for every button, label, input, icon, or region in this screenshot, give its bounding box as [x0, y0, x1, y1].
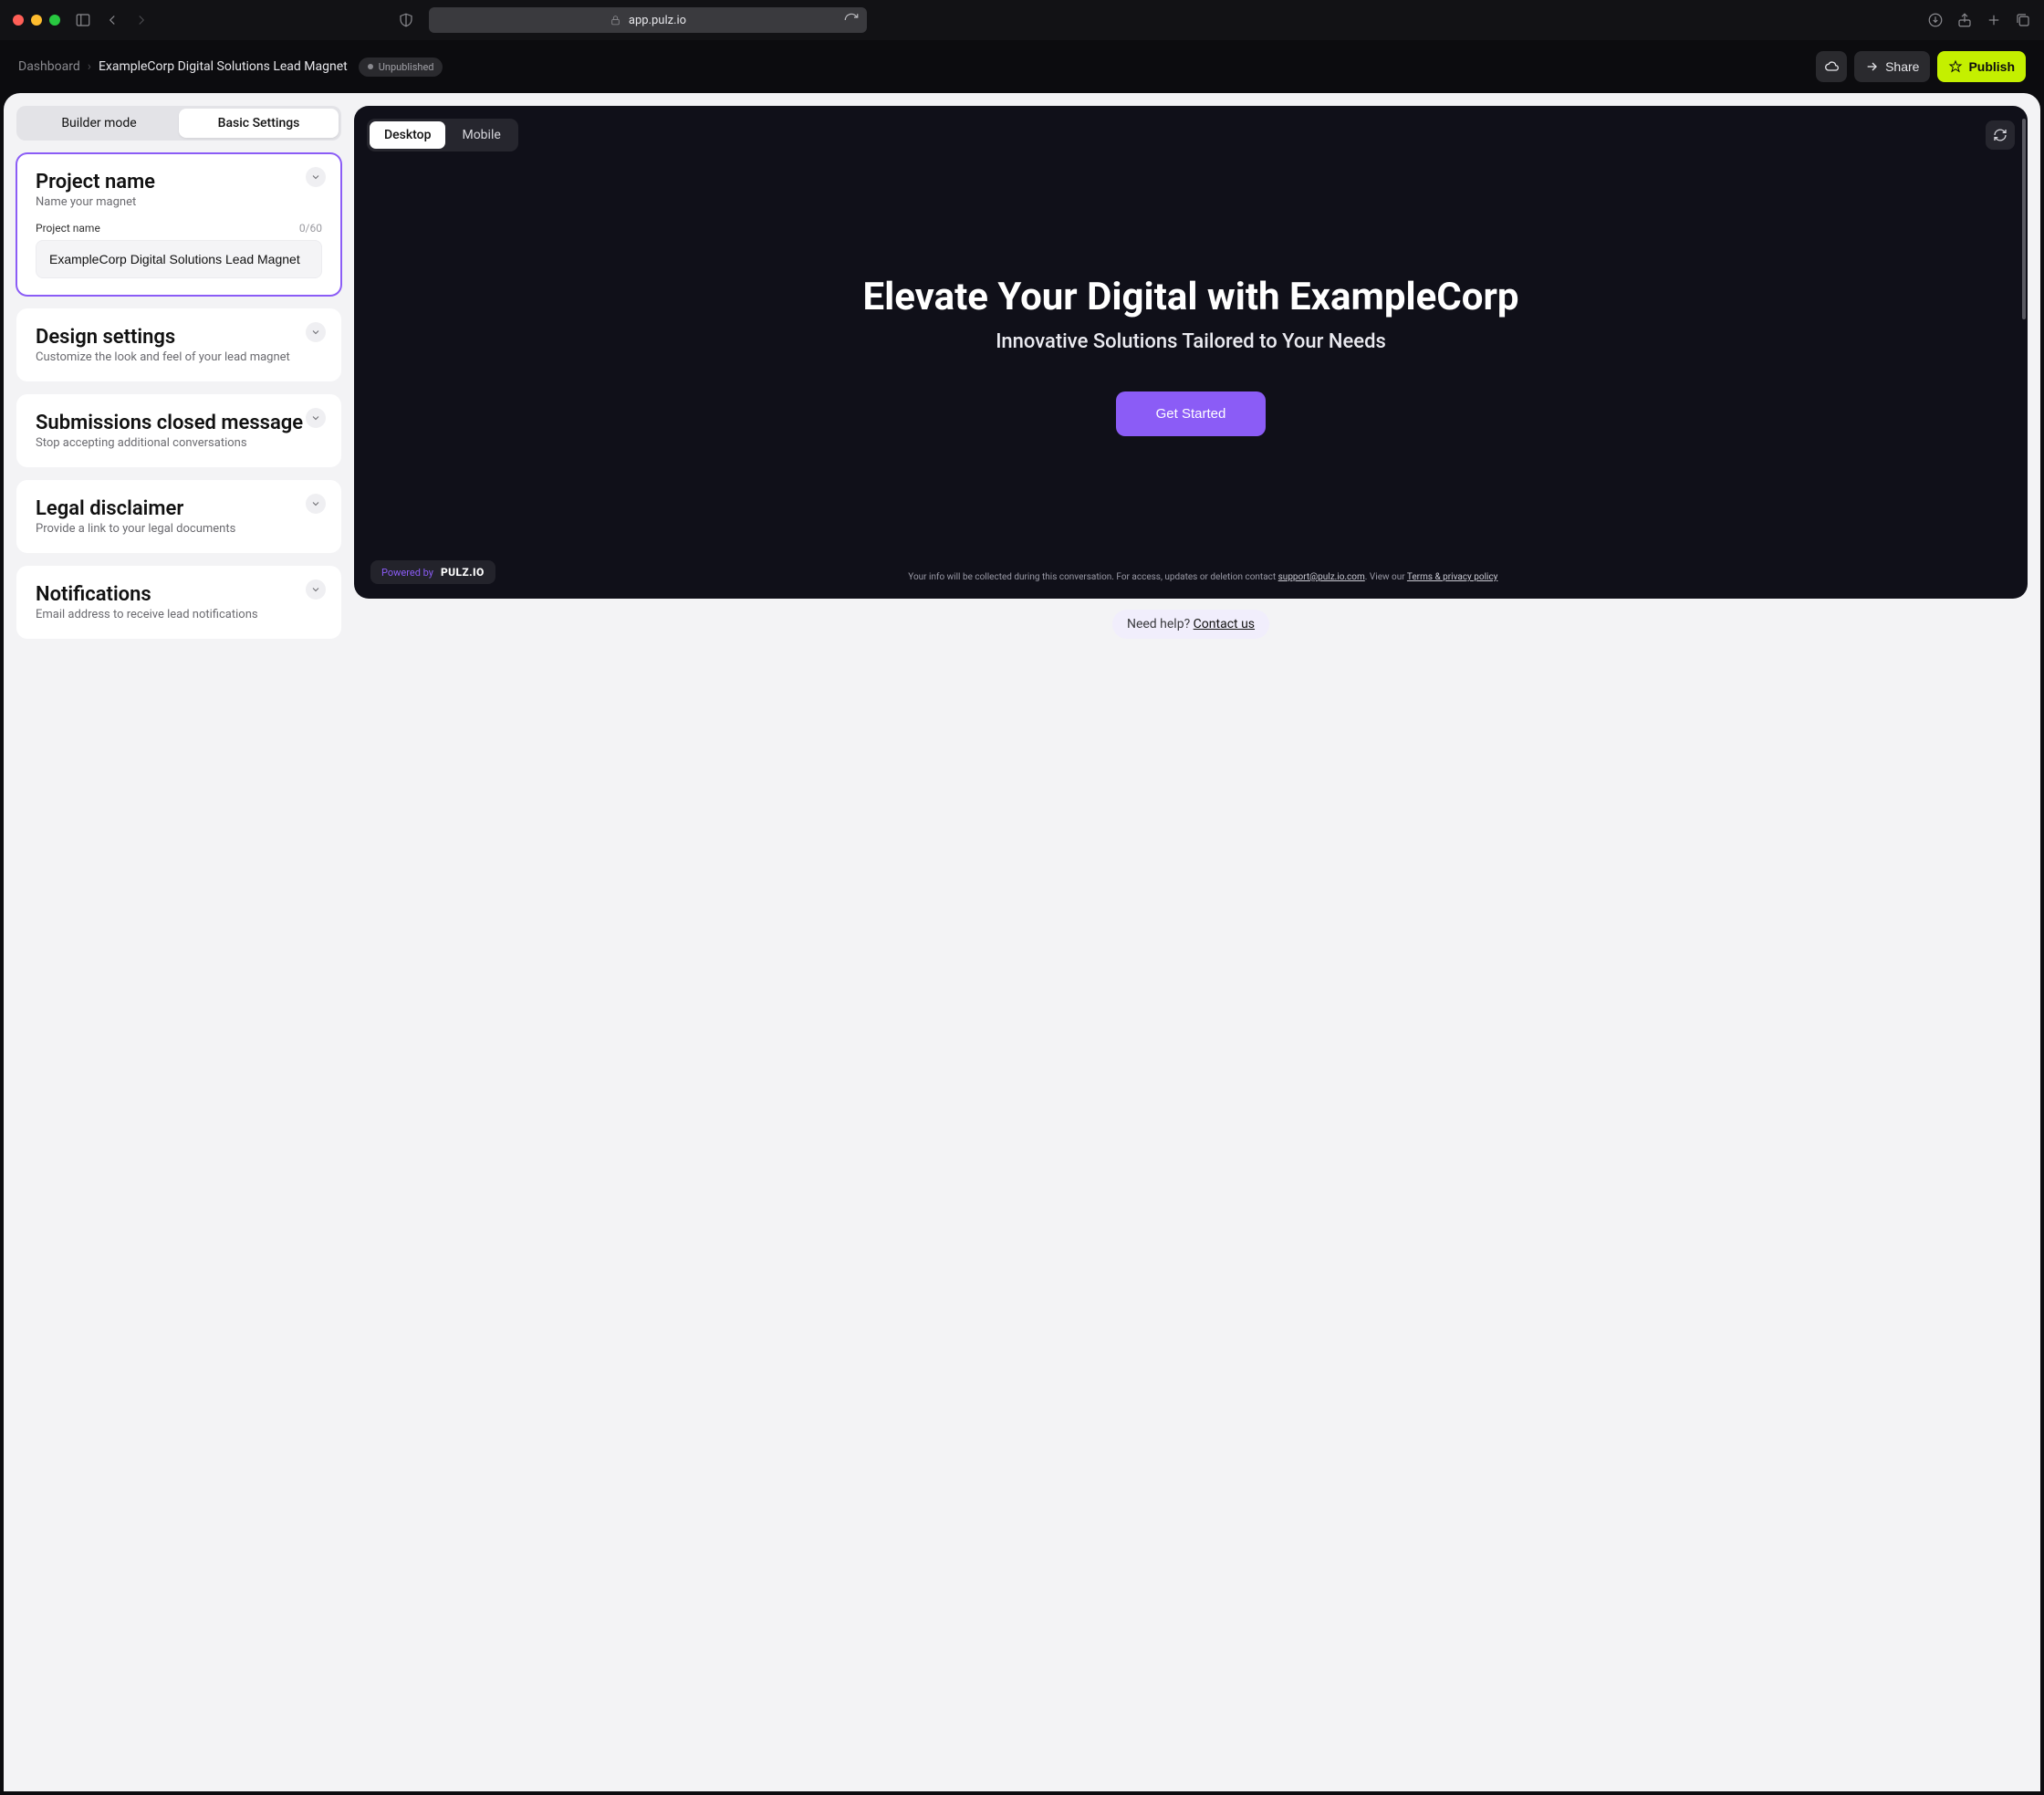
minimize-window-icon[interactable] — [31, 15, 42, 26]
expand-icon[interactable] — [306, 494, 326, 514]
preview-frame: Desktop Mobile Elevate Your Digital with… — [354, 106, 2028, 599]
panel-title: Submissions closed message — [36, 412, 322, 434]
shield-icon[interactable] — [398, 12, 414, 28]
panel-legal-disclaimer[interactable]: Legal disclaimer Provide a link to your … — [16, 480, 341, 553]
forward-icon — [133, 12, 150, 28]
sidebar-toggle-icon[interactable] — [75, 12, 91, 28]
workspace: Builder mode Basic Settings Project name… — [4, 93, 2040, 1791]
support-email-link[interactable]: support@pulz.io.com — [1278, 572, 1365, 582]
preview-scrollbar[interactable] — [2022, 119, 2026, 586]
panel-title: Project name — [36, 171, 322, 193]
help-prefix: Need help? — [1127, 617, 1194, 631]
tab-mobile[interactable]: Mobile — [447, 121, 515, 149]
fullscreen-window-icon[interactable] — [49, 15, 60, 26]
mode-tabs: Builder mode Basic Settings — [16, 106, 341, 141]
device-tabs: Desktop Mobile — [367, 119, 518, 151]
reload-icon[interactable] — [843, 12, 860, 28]
tab-basic-settings[interactable]: Basic Settings — [179, 109, 339, 138]
collapse-icon[interactable] — [306, 167, 326, 187]
panel-subtitle: Email address to receive lead notificati… — [36, 608, 322, 621]
field-label: Project name — [36, 222, 100, 235]
privacy-notice: Your info will be collected during this … — [510, 571, 1896, 584]
pulz-logo: PULZ.IO — [441, 566, 485, 579]
back-icon[interactable] — [104, 12, 120, 28]
lock-icon — [610, 15, 621, 26]
panel-subtitle: Provide a link to your legal documents — [36, 522, 322, 536]
terms-link[interactable]: Terms & privacy policy — [1407, 572, 1498, 582]
tabs-overview-icon[interactable] — [2015, 12, 2031, 28]
panel-notifications[interactable]: Notifications Email address to receive l… — [16, 566, 341, 639]
panel-design-settings[interactable]: Design settings Customize the look and f… — [16, 308, 341, 381]
help-chip: Need help? Contact us — [1112, 610, 1269, 639]
contact-us-link[interactable]: Contact us — [1194, 617, 1255, 631]
powered-by-badge[interactable]: Powered by PULZ.IO — [370, 560, 495, 584]
expand-icon[interactable] — [306, 579, 326, 600]
settings-column: Builder mode Basic Settings Project name… — [16, 106, 341, 1779]
window-controls — [13, 15, 60, 26]
url-bar[interactable]: app.pulz.io — [429, 7, 867, 33]
panel-project-name[interactable]: Project name Name your magnet Project na… — [16, 153, 341, 296]
cloud-button[interactable] — [1816, 51, 1847, 82]
preview-column: Desktop Mobile Elevate Your Digital with… — [354, 106, 2028, 1779]
download-icon[interactable] — [1927, 12, 1944, 28]
app-bar: Dashboard › ExampleCorp Digital Solution… — [0, 40, 2044, 93]
share-button-label: Share — [1885, 59, 1919, 74]
refresh-preview-button[interactable] — [1986, 120, 2015, 150]
panel-subtitle: Stop accepting additional conversations — [36, 436, 322, 450]
tab-builder-mode[interactable]: Builder mode — [19, 109, 179, 138]
status-dot-icon — [368, 64, 373, 69]
hero-subtitle: Innovative Solutions Tailored to Your Ne… — [996, 330, 1386, 353]
hero-title: Elevate Your Digital with ExampleCorp — [862, 276, 1518, 319]
panel-submissions-closed[interactable]: Submissions closed message Stop acceptin… — [16, 394, 341, 467]
share-sheet-icon[interactable] — [1956, 12, 1973, 28]
browser-chrome: app.pulz.io — [0, 0, 2044, 40]
get-started-button[interactable]: Get Started — [1116, 391, 1267, 436]
status-label: Unpublished — [379, 61, 434, 73]
publish-button[interactable]: Publish — [1937, 51, 2026, 82]
project-name-input[interactable] — [36, 240, 322, 278]
status-badge: Unpublished — [359, 57, 443, 77]
panel-title: Legal disclaimer — [36, 497, 322, 520]
breadcrumb-root[interactable]: Dashboard — [18, 59, 80, 74]
close-window-icon[interactable] — [13, 15, 24, 26]
publish-button-label: Publish — [1968, 59, 2015, 74]
breadcrumb-current: ExampleCorp Digital Solutions Lead Magne… — [99, 59, 348, 74]
panel-title: Notifications — [36, 583, 322, 606]
panel-title: Design settings — [36, 326, 322, 349]
powered-by-label: Powered by — [381, 567, 433, 579]
expand-icon[interactable] — [306, 408, 326, 428]
share-button[interactable]: Share — [1854, 51, 1930, 82]
tab-desktop[interactable]: Desktop — [370, 121, 445, 149]
char-counter: 0/60 — [299, 222, 322, 235]
panel-subtitle: Name your magnet — [36, 195, 322, 209]
chevron-right-icon: › — [88, 59, 91, 74]
panel-subtitle: Customize the look and feel of your lead… — [36, 350, 322, 364]
breadcrumb: Dashboard › ExampleCorp Digital Solution… — [18, 57, 443, 77]
new-tab-icon[interactable] — [1986, 12, 2002, 28]
expand-icon[interactable] — [306, 322, 326, 342]
url-text: app.pulz.io — [629, 14, 686, 27]
